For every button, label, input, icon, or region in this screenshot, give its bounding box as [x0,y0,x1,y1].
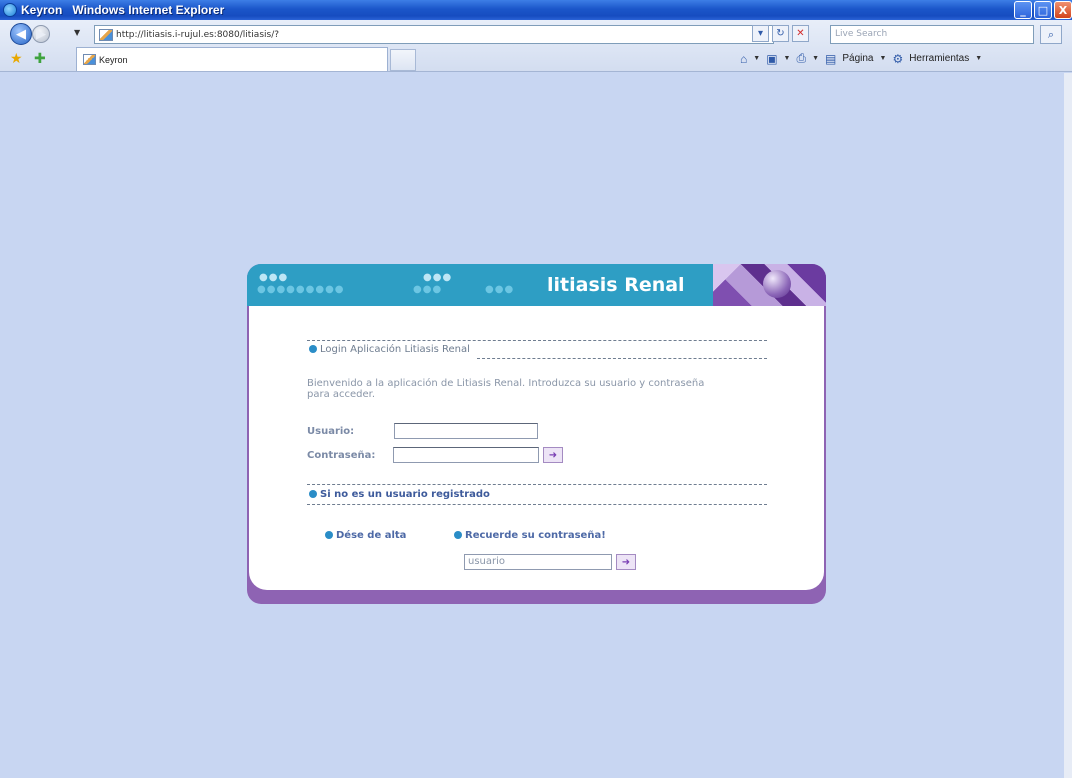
new-tab-button[interactable] [390,49,416,71]
decorative-dots-icon: ●●●●●●●●● [257,284,345,295]
recover-username-field[interactable]: usuario [464,554,612,570]
tab-label: Keyron [99,54,128,65]
recover-submit-button[interactable]: ➜ [616,554,636,570]
print-icon[interactable]: ⎙ [796,51,806,66]
password-label: Contraseña: [307,450,376,461]
remember-password-link[interactable]: Recuerde su contraseña! [454,530,606,541]
bullet-icon [309,490,317,498]
login-panel: ●●● ●●●●●●●●● ●●● ●●● ●●● litiasis Renal… [247,264,826,604]
window-controls: _ □ X [1014,1,1072,19]
window-title-bar: Keyron Windows Internet Explorer _ □ X [0,0,1072,20]
page-menu[interactable]: Página [842,53,873,64]
username-field[interactable] [394,423,538,439]
intro-text: Bienvenido a la aplicación de Litiasis R… [307,378,705,400]
address-dropdown-icon[interactable]: ▾ [752,25,769,42]
app-brand: litiasis Renal [547,274,685,296]
feeds-icon[interactable]: ▣ [766,52,777,66]
stop-icon[interactable]: ✕ [792,25,809,42]
window-title: Keyron Windows Internet Explorer [21,3,225,17]
close-button[interactable]: X [1054,1,1072,19]
decorative-dots-icon: ●●● [423,272,453,283]
divider [307,340,767,341]
back-button[interactable]: ◀ [10,23,32,45]
add-favorite-icon[interactable]: ✚ [34,51,46,67]
browser-toolbar: ◀ ▶ ▼ http://litiasis.i-rujul.es:8080/li… [0,20,1072,72]
page-icon [99,28,113,41]
address-text[interactable]: http://litiasis.i-rujul.es:8080/litiasis… [116,30,279,40]
scrollbar[interactable] [1064,73,1072,778]
page-menu-icon: ▤ [825,51,837,66]
page-icon [83,54,96,65]
login-submit-button[interactable]: ➜ [543,447,563,463]
decorative-dots-icon: ●●● [259,272,289,283]
forward-button[interactable]: ▶ [32,25,50,43]
bullet-icon [309,345,317,353]
command-bar: ⌂ ▼ ▣ ▼ ⎙ ▼ ▤ Página ▼ ⚙ Herramientas ▼ [740,51,983,66]
login-heading: Login Aplicación Litiasis Renal [309,344,470,355]
maximize-button[interactable]: □ [1034,1,1052,19]
minimize-button[interactable]: _ [1014,1,1032,19]
bullet-icon [454,531,462,539]
decorative-dots-icon: ●●● [413,284,443,295]
decorative-dots-icon: ●●● [485,284,515,295]
password-field[interactable] [393,447,539,463]
ie-logo-icon [3,3,17,17]
tools-menu[interactable]: Herramientas [909,53,969,64]
not-registered-heading: Si no es un usuario registrado [309,489,490,500]
home-icon[interactable]: ⌂ [740,52,747,66]
address-bar[interactable]: http://litiasis.i-rujul.es:8080/litiasis… [94,25,774,44]
divider [307,484,767,485]
divider [477,358,767,359]
signup-link[interactable]: Dése de alta [325,530,406,541]
divider [307,504,767,505]
search-input[interactable]: Live Search [830,25,1034,44]
bullet-icon [325,531,333,539]
panel-header: ●●● ●●●●●●●●● ●●● ●●● ●●● litiasis Renal [247,264,713,306]
refresh-icon[interactable]: ↻ [772,25,789,42]
favorites-star-icon[interactable]: ★ [10,51,23,67]
username-label: Usuario: [307,426,355,437]
kidney-stone-image [713,264,826,306]
tab-keyron[interactable]: Keyron [76,47,388,71]
address-actions: ▾ ↻ ✕ [752,25,809,42]
history-dropdown-icon[interactable]: ▼ [74,28,80,37]
search-icon[interactable]: ⌕ [1040,25,1062,44]
tools-menu-icon: ⚙ [892,51,904,66]
